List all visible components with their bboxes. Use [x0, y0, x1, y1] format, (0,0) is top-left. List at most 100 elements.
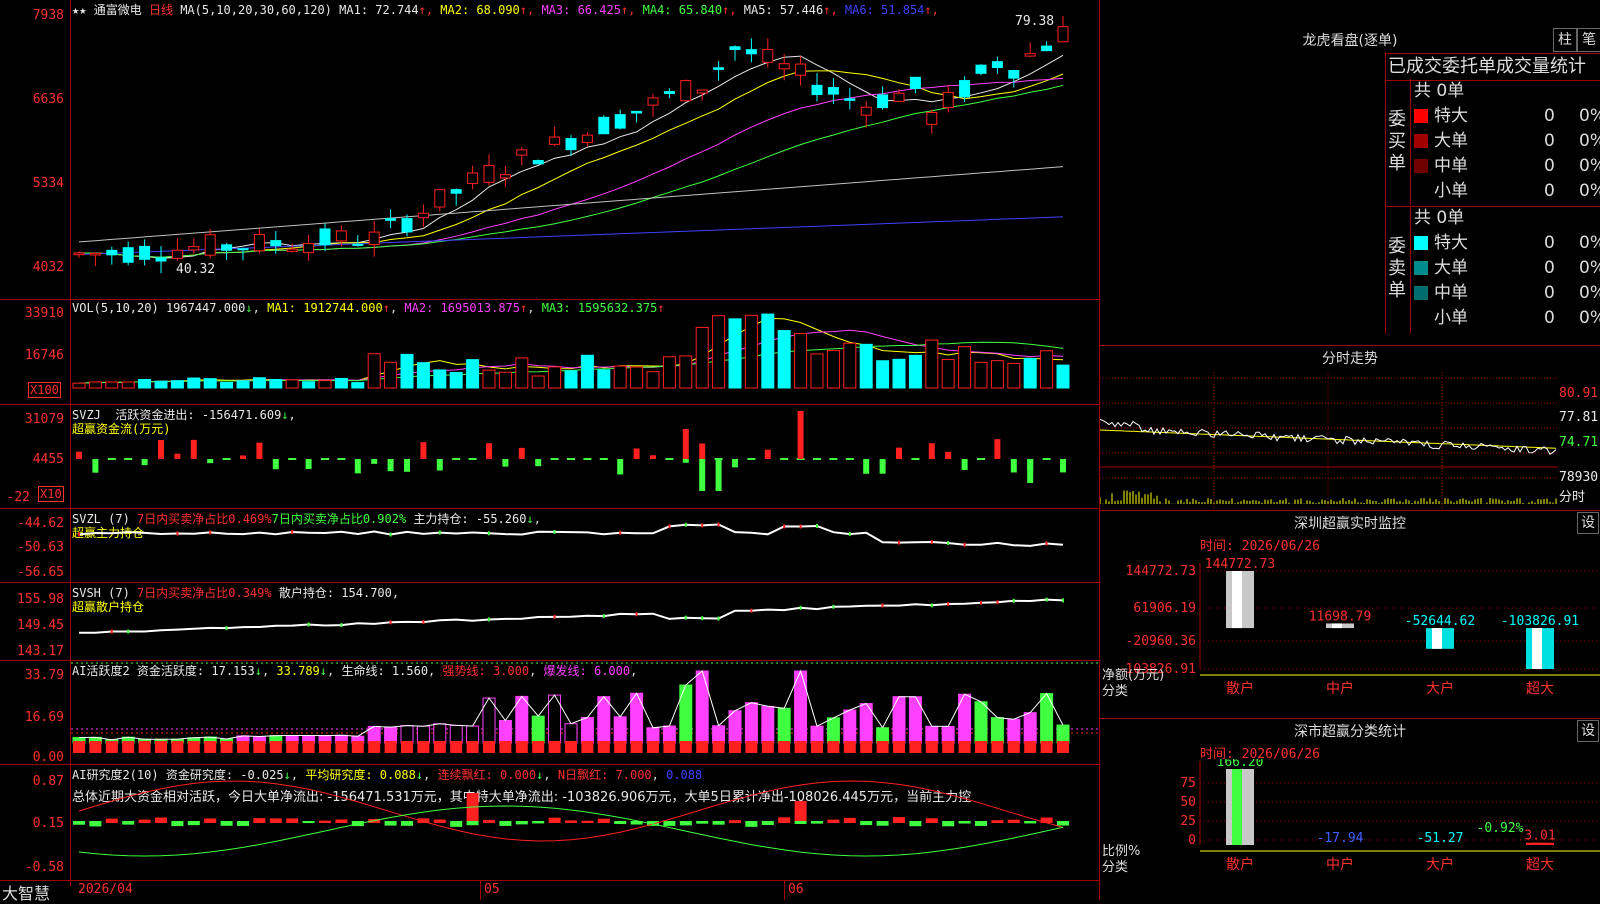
color-swatch — [1414, 261, 1428, 275]
svzl-chart[interactable] — [71, 509, 1099, 582]
research-bar — [433, 819, 446, 823]
research-bar — [991, 820, 1004, 823]
candle-body — [663, 91, 675, 95]
life-bar — [991, 741, 1004, 753]
research-bar — [1007, 819, 1020, 823]
activity-bar — [1023, 712, 1037, 744]
life-bar — [1057, 741, 1069, 753]
life-bar — [384, 741, 397, 753]
volume-bar — [334, 377, 348, 389]
activity-bar — [876, 727, 890, 744]
row-label: 小单 — [1434, 308, 1468, 328]
category-bar-highlight — [1532, 628, 1542, 669]
holding-tick — [881, 603, 884, 608]
flow-bar — [863, 459, 870, 474]
axis-xlabel: 分类 — [1102, 684, 1128, 699]
chart-area[interactable]: ★★ 通富微电 日线 MA(5,10,20,30,60,120) MA1: 72… — [0, 0, 1100, 903]
flow-bar — [371, 459, 378, 464]
volume-bar — [1040, 350, 1054, 389]
y-tick: 25 — [1180, 814, 1196, 829]
color-swatch — [1414, 311, 1428, 325]
stat-row: 小单 0 0% — [1414, 306, 1600, 331]
candle-body — [467, 172, 479, 184]
settings-button[interactable]: 设 — [1577, 720, 1599, 742]
flow-bar — [747, 458, 756, 460]
svsh-y-tick: 155.98 — [17, 592, 64, 607]
holding-tick — [668, 524, 671, 529]
volume-bar — [777, 330, 791, 389]
volume-bar — [269, 378, 283, 389]
candlestick-chart[interactable] — [71, 0, 1099, 299]
life-bar — [811, 741, 823, 753]
life-bar — [351, 741, 364, 753]
candle-body — [385, 218, 397, 221]
vol-unit[interactable]: X100 — [28, 382, 61, 398]
tick-mode-button[interactable]: 笔 — [1577, 28, 1600, 52]
volume-chart[interactable] — [71, 300, 1099, 404]
volume-bar — [72, 382, 86, 389]
fenshi-title: 分时走势 — [1322, 351, 1378, 367]
flow-bar — [288, 458, 297, 460]
category-label: 大户 — [1426, 856, 1454, 873]
flow-bar — [977, 458, 985, 460]
life-bar — [483, 741, 495, 753]
activity-bar — [712, 725, 726, 744]
holding-tick — [799, 524, 802, 529]
ai2-chart[interactable] — [71, 765, 1099, 880]
flow-bar — [107, 458, 116, 460]
research-bar — [204, 818, 217, 823]
fenshi-panel[interactable]: 分时走势 80.91 77.81 74.71 78930 分时 — [1100, 345, 1600, 511]
candle-body — [762, 49, 774, 63]
svsh-chart[interactable] — [71, 583, 1099, 660]
volume-bar — [138, 378, 152, 389]
volume-bar — [1023, 357, 1037, 389]
row-pct: 0% — [1579, 233, 1600, 253]
lhb-tabs[interactable]: 已成交委托单成交量统计 — [1385, 53, 1600, 81]
research-bar — [302, 821, 315, 824]
activity-bar — [679, 684, 693, 744]
holding-tick — [110, 629, 113, 634]
life-bar — [466, 741, 479, 753]
candle-body — [549, 136, 561, 145]
flow-bar — [780, 458, 789, 460]
candle-body — [909, 76, 921, 90]
candle-body — [483, 165, 495, 183]
holding-tick — [1045, 541, 1048, 546]
life-bar — [122, 741, 135, 753]
bar-mode-button[interactable]: 柱 — [1553, 28, 1577, 52]
volume-bar — [482, 369, 496, 389]
stat-row: 中单 0 0% — [1414, 154, 1600, 179]
research-bar — [893, 817, 905, 823]
life-bar — [105, 741, 118, 753]
candle-body — [106, 249, 118, 256]
activity-bar — [761, 705, 775, 744]
activity-bar — [810, 725, 824, 744]
life-bar — [696, 741, 709, 753]
volume-bar — [170, 380, 184, 389]
volume-bar — [498, 371, 512, 389]
volume-bar — [203, 378, 217, 389]
life-bar — [319, 741, 331, 753]
ai1-chart[interactable] — [71, 661, 1099, 764]
activity-bar — [974, 701, 988, 744]
svzj-chart[interactable] — [71, 405, 1099, 508]
research-bar — [761, 821, 774, 826]
research-bar — [811, 821, 823, 824]
x-tick-jun: 06 — [788, 882, 804, 897]
flow-bar — [174, 453, 181, 459]
volume-bar — [367, 353, 381, 389]
color-swatch — [1414, 134, 1428, 148]
holding-tick — [980, 600, 982, 605]
sz-class-chart[interactable]: 75 50 25 0 166.20 散户 -17.94 中户 -51.27 大户 3.01 超大 比例%… — [1100, 759, 1600, 901]
settings-button[interactable]: 设 — [1577, 512, 1599, 534]
flow-bar — [599, 458, 608, 460]
fenshi-chart[interactable] — [1100, 372, 1600, 510]
life-bar — [286, 741, 299, 753]
volume-bar — [121, 381, 135, 389]
pane-sep-7 — [0, 880, 1100, 881]
fenshi-p1: 80.91 — [1559, 386, 1599, 401]
sz-monitor-chart[interactable]: 144772.73 61906.19 -20960.36 -103826.91 1447… — [1100, 551, 1600, 719]
bar-value-label: 3.01 — [1524, 829, 1555, 844]
research-bar — [384, 821, 397, 826]
svzj-unit[interactable]: X10 — [38, 486, 64, 502]
